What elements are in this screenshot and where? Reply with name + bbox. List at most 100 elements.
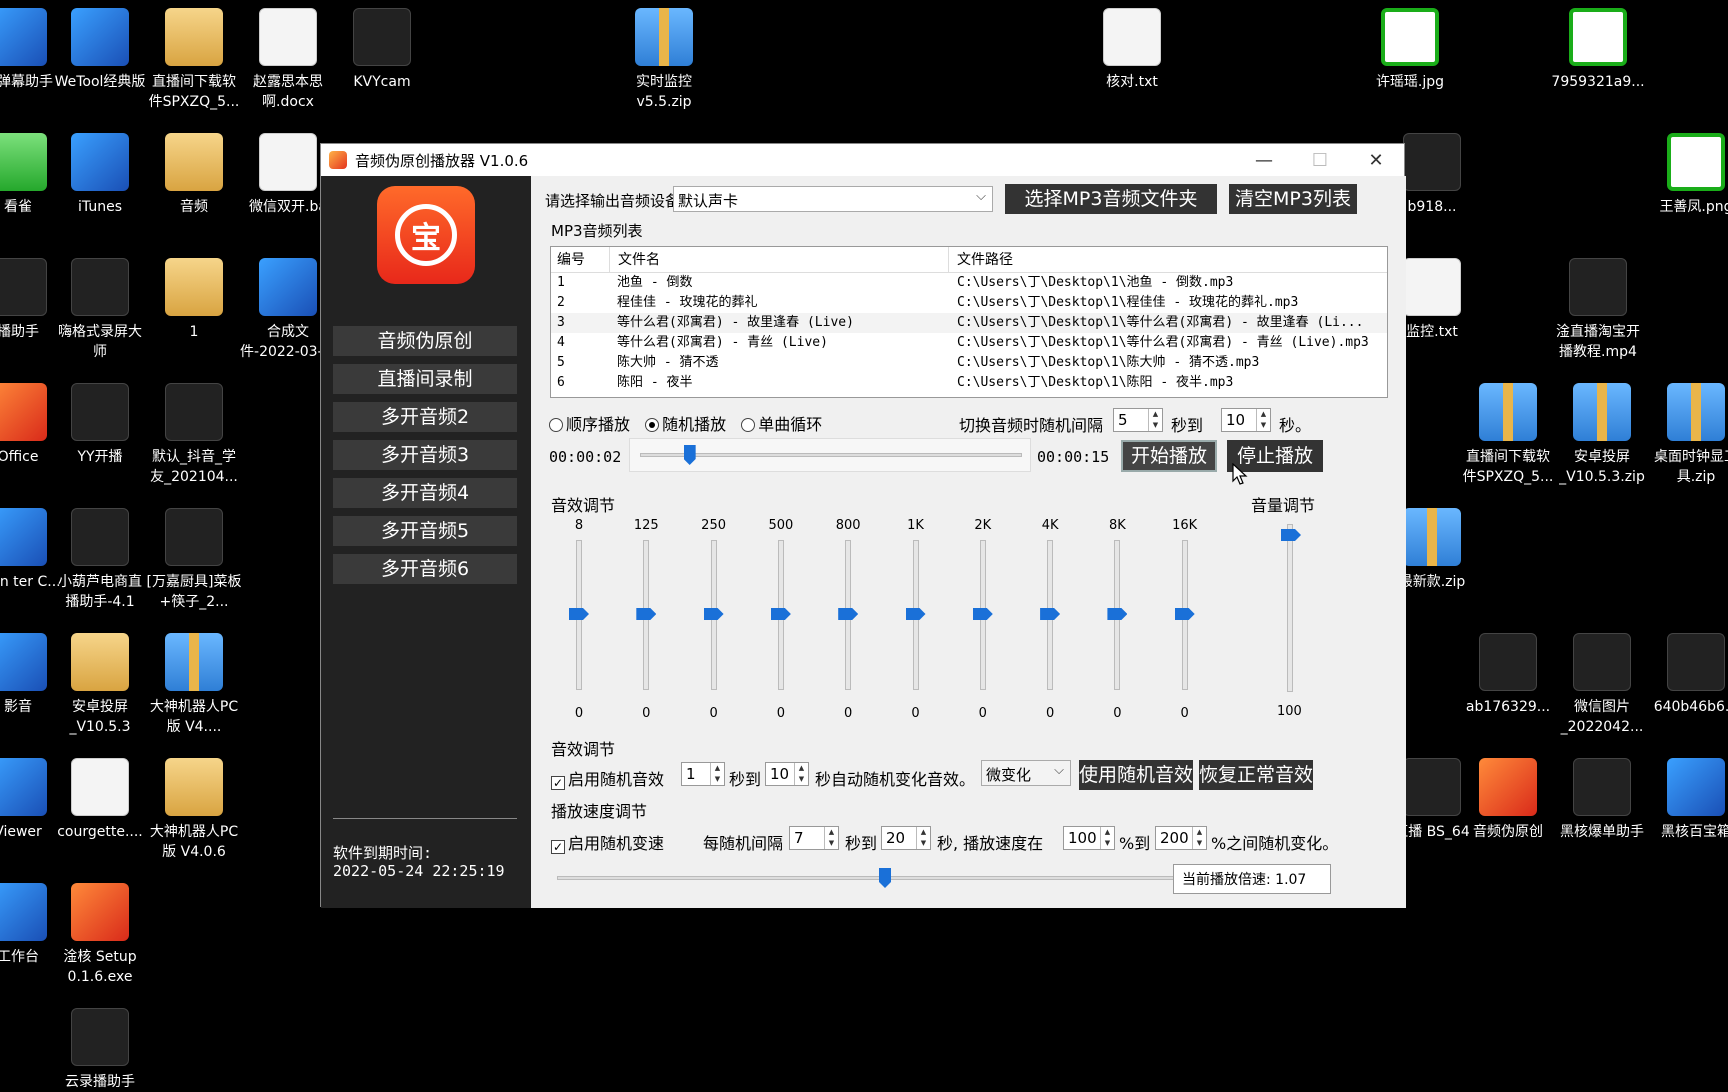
col-path: 文件路径 [957,252,1013,268]
table-row[interactable]: 1 池鱼 - 倒数 C:\Users\丁\Desktop\1\池鱼 - 倒数.mp3 [551,273,1387,293]
eq-band-thumb[interactable] [838,608,859,620]
sidebar-item-multi-2[interactable]: 多开音频2 [333,402,517,432]
eq-band-thumb[interactable] [703,608,724,620]
speed-to-label: 秒到 [845,834,878,853]
desktop-icon-label: ab176329... [1465,699,1551,715]
volume-thumb[interactable] [1281,529,1301,541]
spin-arrows-icon[interactable]: ▲ ▼ [1148,409,1162,431]
sidebar-item-multi-4[interactable]: 多开音频4 [333,478,517,508]
eq-band-thumb[interactable] [636,608,657,620]
desktop-icon[interactable]: 音频伪原创 [1460,758,1556,842]
spin-arrows-icon[interactable]: ▲ ▼ [710,763,724,785]
desktop-icon[interactable]: iTunes [52,133,148,217]
zip-icon [1479,383,1537,441]
maximize-button[interactable]: ☐ [1292,150,1348,171]
radio-single-loop[interactable]: 单曲循环 [741,415,822,434]
effects-to-spinner[interactable]: 10 ▲ ▼ [765,762,809,786]
speed-from-spinner[interactable]: 7 ▲ ▼ [789,826,839,850]
desktop-icon[interactable]: WeTool经典版 [52,8,148,92]
table-row[interactable]: 4 等什么君(邓寓君) - 青丝 (Live) C:\Users\丁\Desktop… [551,333,1387,353]
use-random-effects-button[interactable]: 使用随机音效 [1079,760,1193,790]
desktop-icon[interactable]: 640b46b6... [1648,633,1728,717]
desktop-icon[interactable]: 小葫芦电商直播助手-4.1 [52,508,148,612]
desktop-icon[interactable]: 直播间下载软件SPXZQ_5... [1460,383,1556,487]
progress-slider[interactable] [629,438,1031,472]
spin-arrows-icon[interactable]: ▲ ▼ [916,827,930,849]
title-bar: 音频伪原创播放器 V1.0.6 — ☐ ✕ [321,144,1404,176]
eq-band-thumb[interactable] [1174,608,1195,620]
desktop-icon[interactable]: 黑核爆单助手 [1554,758,1650,842]
desktop-icon[interactable]: 嗨格式录屏大师 [52,258,148,362]
eq-band-thumb[interactable] [770,608,791,620]
app-icon [0,508,47,566]
desktop-icon[interactable]: 王善凤.png [1648,133,1728,217]
desktop-icon[interactable]: 赵露思本思啊.docx [240,8,336,112]
desktop-icon[interactable]: 直播间下载软件SPXZQ_5... [146,8,242,112]
table-row[interactable]: 2 程佳佳 - 玫瑰花的葬礼 C:\Users\丁\Desktop\1\程佳佳 - … [551,293,1387,313]
interval-to-spinner[interactable]: 10 ▲ ▼ [1221,408,1271,432]
desktop-icon[interactable]: 淦直播淘宝开播教程.mp4 [1550,258,1646,362]
progress-thumb[interactable] [683,445,696,465]
effects-mode-select[interactable]: 微变化 ⌵ [981,760,1071,786]
spin-arrows-icon[interactable]: ▲ ▼ [794,763,808,785]
desktop-icon[interactable]: KVYcam [334,8,430,92]
desktop-icon[interactable]: 默认_抖音_学友_202104... [146,383,242,487]
desktop-icon[interactable]: 1 [146,258,242,342]
effects-enable-checkbox[interactable]: ✓ 启用随机音效 [551,766,664,790]
sidebar-item-multi-6[interactable]: 多开音频6 [333,554,517,584]
desktop-icon[interactable]: 大神机器人PC版 V4.... [146,633,242,737]
play-button[interactable]: 开始播放 [1121,440,1217,472]
table-row[interactable]: 5 陈大帅 - 猜不透 C:\Users\丁\Desktop\1\陈大帅 - 猜不透… [551,353,1387,373]
desktop-icon[interactable]: 核对.txt [1084,8,1180,92]
spin-arrows-icon[interactable]: ▲ ▼ [824,827,838,849]
desktop-icon[interactable]: 云录播助手 [52,1008,148,1092]
clear-list-button[interactable]: 清空MP3列表 [1229,184,1357,214]
radio-random[interactable]: 随机播放 [645,415,726,434]
desktop-icon[interactable]: 桌面时钟显工具.zip [1648,383,1728,487]
spin-arrows-icon[interactable]: ▲ ▼ [1100,827,1114,849]
spinner-value: 100 [1068,829,1097,847]
desktop-icon[interactable]: 实时监控v5.5.zip [616,8,712,112]
device-select[interactable]: 默认声卡 ⌵ [673,186,993,212]
desktop-icon[interactable]: 淦核 Setup 0.1.6.exe [52,883,148,987]
restore-effects-button[interactable]: 恢复正常音效 [1199,760,1313,790]
sidebar-item-audio-fake[interactable]: 音频伪原创 [333,326,517,356]
desktop-icon[interactable]: 微信图片_2022042... [1554,633,1650,737]
spin-arrows-icon[interactable]: ▲ ▼ [1256,409,1270,431]
speed-min-spinner[interactable]: 100 ▲ ▼ [1063,826,1115,850]
desktop-icon[interactable]: 7959321a9... [1550,8,1646,92]
desktop-icon[interactable]: ab176329... [1460,633,1556,717]
desktop-icon[interactable]: 音频 [146,133,242,217]
desktop-icon[interactable]: 安卓投屏_V10.5.3 [52,633,148,737]
interval-from-spinner[interactable]: 5 ▲ ▼ [1113,408,1163,432]
effects-from-spinner[interactable]: 1 ▲ ▼ [681,762,725,786]
eq-band-thumb[interactable] [569,608,589,620]
eq-band-thumb[interactable] [1040,608,1061,620]
desktop-icon[interactable]: [万嘉厨具]菜板+筷子_2... [146,508,242,612]
desktop-icon[interactable]: 黑核百宝箱 [1648,758,1728,842]
eq-band-thumb[interactable] [905,608,926,620]
speed-enable-checkbox[interactable]: ✓ 启用随机变速 [551,830,664,854]
radio-sequential[interactable]: 顺序播放 [549,415,630,434]
desktop-icon[interactable]: 安卓投屏_V10.5.3.zip [1554,383,1650,487]
desktop-icon[interactable]: 许瑶瑶.jpg [1362,8,1458,92]
desktop-icon[interactable]: courgette.... [52,758,148,842]
table-row[interactable]: 6 陈阳 - 夜半 C:\Users\丁\Desktop\1\陈阳 - 夜半.mp3 [551,373,1387,393]
eq-band-thumb[interactable] [1107,608,1128,620]
desktop-icon[interactable]: YY开播 [52,383,148,467]
radio-label: 随机播放 [662,415,727,434]
radio-dot [741,418,756,432]
close-button[interactable]: ✕ [1348,150,1404,171]
eq-band-thumb[interactable] [972,608,993,620]
table-row[interactable]: 3 等什么君(邓寓君) - 故里逢春 (Live) C:\Users\丁\Deskt… [551,313,1387,333]
speed-thumb[interactable] [879,868,891,888]
sidebar-item-live-record[interactable]: 直播间录制 [333,364,517,394]
choose-folder-button[interactable]: 选择MP3音频文件夹 [1005,184,1217,214]
spin-arrows-icon[interactable]: ▲ ▼ [1192,827,1206,849]
sidebar-item-multi-5[interactable]: 多开音频5 [333,516,517,546]
speed-max-spinner[interactable]: 200 ▲ ▼ [1155,826,1207,850]
sidebar-item-multi-3[interactable]: 多开音频3 [333,440,517,470]
minimize-button[interactable]: — [1236,150,1292,171]
desktop-icon[interactable]: 大神机器人PC版 V4.0.6 [146,758,242,862]
speed-to-spinner[interactable]: 20 ▲ ▼ [881,826,931,850]
